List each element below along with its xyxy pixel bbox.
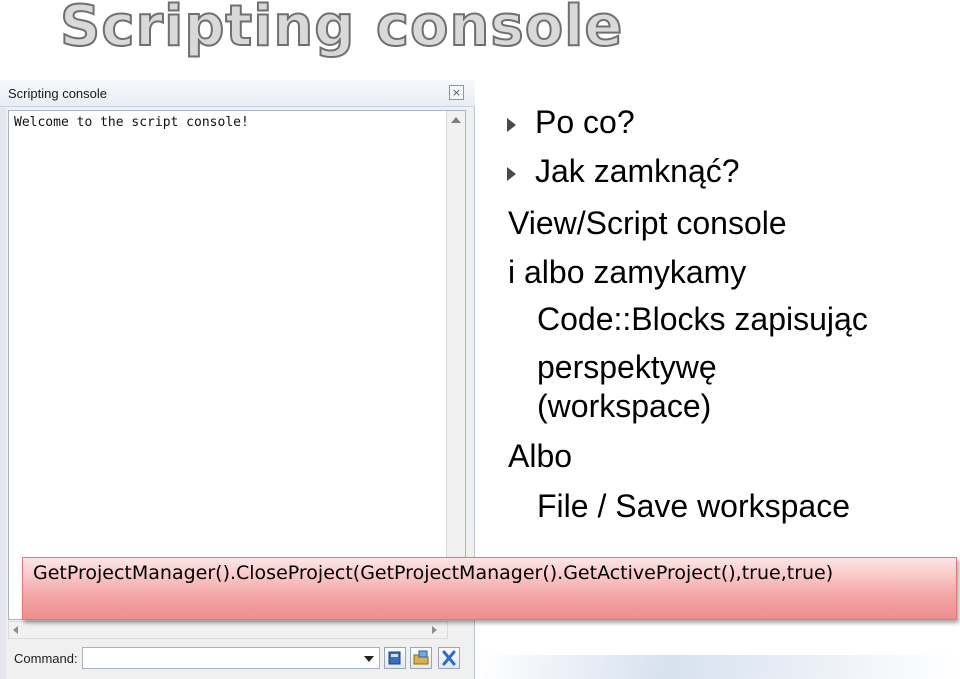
bullet-arrow-icon [507,167,516,181]
console-output[interactable]: Welcome to the script console! [8,110,466,620]
text-view-script-console: View/Script console [508,205,787,241]
dropdown-arrow-icon[interactable] [364,656,374,662]
close-icon[interactable]: × [449,85,464,100]
text-perspektywe: perspektywę [537,349,717,385]
text-albo: Albo [508,438,573,474]
text-file-save-workspace: File / Save workspace [537,488,851,524]
run-icon [388,651,401,665]
load-script-button[interactable] [410,647,432,669]
open-folder-icon [413,650,429,665]
scroll-right-icon[interactable] [432,626,437,634]
scroll-up-icon[interactable] [451,117,461,123]
callout-code-text: GetProjectManager().CloseProject(GetProj… [33,562,834,584]
text-i-albo-zamykamy: i albo zamykamy [508,254,747,290]
bullet-arrow-icon [507,118,516,132]
window-edge [0,80,6,679]
horizontal-scrollbar[interactable] [8,621,448,639]
code-callout: GetProjectManager().CloseProject(GetProj… [22,557,957,620]
command-label: Command: [14,651,78,666]
window-header: Scripting console × [0,80,475,107]
window-title: Scripting console [8,86,107,101]
bullet-po-co: Po co? [535,104,635,140]
decorative-band [475,655,960,679]
command-input[interactable] [82,647,380,669]
clear-button[interactable] [438,647,460,669]
clear-icon [442,650,456,666]
vertical-scrollbar[interactable] [446,111,465,619]
slide-title: Scripting console [59,0,624,60]
scroll-left-icon[interactable] [13,626,18,634]
execute-button[interactable] [384,647,406,669]
text-codeblocks-zapisujac: Code::Blocks zapisując [537,301,868,337]
console-welcome-text: Welcome to the script console! [14,115,249,130]
bullet-jak-zamknac: Jak zamknąć? [535,153,740,189]
text-workspace: (workspace) [537,388,712,424]
command-row: Command: [0,643,475,675]
